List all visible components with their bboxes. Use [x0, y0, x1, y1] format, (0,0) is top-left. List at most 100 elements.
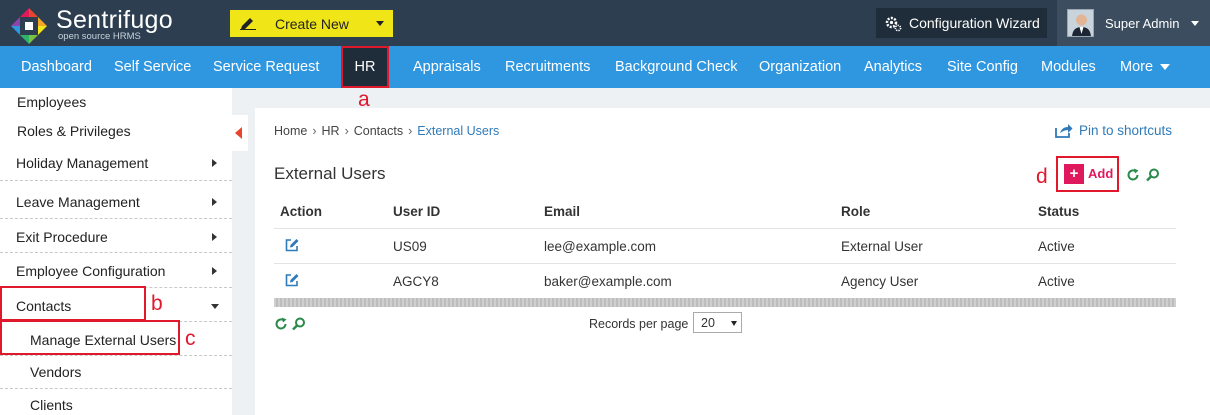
caret-down-icon: [376, 21, 384, 26]
chevron-right-icon: [212, 267, 217, 275]
sidebar: Employees Roles & Privileges Holiday Man…: [0, 88, 232, 415]
configuration-wizard-label: Configuration Wizard: [909, 15, 1040, 31]
edit-icon[interactable]: [285, 238, 299, 252]
cell-user-id: US09: [393, 239, 427, 254]
user-name: Super Admin: [1105, 16, 1180, 31]
configuration-wizard-button[interactable]: Configuration Wizard: [876, 8, 1047, 38]
sidebar-item-label: Leave Management: [16, 194, 140, 210]
nav-item-recruitments[interactable]: Recruitments: [505, 46, 590, 88]
sidebar-item-employee-configuration[interactable]: Employee Configuration: [0, 263, 232, 283]
nav-item-more[interactable]: More: [1120, 46, 1153, 88]
chevron-right-icon: [212, 198, 217, 206]
records-per-page-label: Records per page: [589, 317, 689, 331]
caret-down-icon: [1160, 64, 1170, 70]
sidebar-item-label: Employees: [17, 94, 87, 110]
sidebar-item-clients[interactable]: Clients: [0, 397, 232, 415]
cell-status: Active: [1038, 274, 1075, 289]
cell-email: lee@example.com: [544, 239, 657, 254]
sidebar-item-exit-procedure[interactable]: Exit Procedure: [0, 229, 232, 249]
divider: [0, 388, 232, 389]
search-icon[interactable]: [292, 317, 306, 331]
column-header-role[interactable]: Role: [841, 204, 870, 219]
nav-item-modules[interactable]: Modules: [1041, 46, 1096, 88]
create-new-button[interactable]: Create New: [230, 10, 393, 37]
refresh-icon[interactable]: [1126, 168, 1140, 182]
column-header-action: Action: [280, 204, 322, 219]
nav-item-self-service[interactable]: Self Service: [114, 46, 191, 88]
breadcrumb-contacts[interactable]: Contacts: [354, 124, 403, 138]
add-button[interactable]: + Add: [1061, 161, 1116, 187]
divider: [0, 252, 232, 253]
chevron-right-icon: [212, 233, 217, 241]
caret-down-icon: [1191, 21, 1199, 26]
row-divider: [274, 263, 1176, 264]
page-title: External Users: [274, 164, 386, 183]
nav-item-analytics[interactable]: Analytics: [864, 46, 922, 88]
search-icon[interactable]: [1146, 168, 1160, 182]
plus-icon: +: [1064, 164, 1084, 184]
breadcrumb-hr[interactable]: HR: [322, 124, 340, 138]
records-per-page-value: 20: [701, 316, 715, 330]
sidebar-item-holiday-management[interactable]: Holiday Management: [0, 155, 232, 175]
chevron-right-icon: [212, 159, 217, 167]
sidebar-item-roles-privileges[interactable]: Roles & Privileges: [0, 123, 232, 143]
divider: [0, 218, 232, 219]
sidebar-item-label: Exit Procedure: [16, 229, 108, 245]
column-header-email[interactable]: Email: [544, 204, 580, 219]
nav-item-site-config[interactable]: Site Config: [947, 46, 1018, 88]
avatar: [1067, 9, 1094, 37]
caret-down-icon: [731, 321, 737, 326]
main-nav: Dashboard Self Service Service Request H…: [0, 46, 1210, 88]
highlight-box-manage-external-users: [0, 320, 180, 355]
divider: [0, 180, 232, 181]
breadcrumb-current: External Users: [417, 124, 500, 138]
create-new-label: Create New: [275, 16, 349, 32]
cell-status: Active: [1038, 239, 1075, 254]
column-header-status[interactable]: Status: [1038, 204, 1079, 219]
sidebar-collapse-toggle[interactable]: [232, 115, 248, 151]
marker-d: d: [1036, 165, 1048, 188]
nav-item-service-request[interactable]: Service Request: [213, 46, 319, 88]
cell-email: baker@example.com: [544, 274, 672, 289]
breadcrumb-home[interactable]: Home: [274, 124, 307, 138]
divider: [0, 355, 232, 356]
cell-role: External User: [841, 239, 923, 254]
breadcrumb: Home › HR › Contacts › External Users: [274, 124, 499, 138]
nav-item-background-check[interactable]: Background Check: [615, 46, 738, 88]
column-header-user-id[interactable]: User ID: [393, 204, 440, 219]
content-panel: [255, 108, 1210, 415]
cell-user-id: AGCY8: [393, 274, 439, 289]
sidebar-item-label: Vendors: [30, 364, 82, 380]
sidebar-item-label: Employee Configuration: [16, 263, 166, 279]
horizontal-scrollbar[interactable]: [274, 298, 1176, 307]
nav-item-appraisals[interactable]: Appraisals: [413, 46, 481, 88]
caret-down-icon: [211, 304, 219, 309]
sidebar-item-leave-management[interactable]: Leave Management: [0, 194, 232, 214]
sidebar-item-label: Roles & Privileges: [17, 123, 131, 139]
nav-item-organization[interactable]: Organization: [759, 46, 841, 88]
nav-item-hr[interactable]: HR: [341, 46, 389, 88]
marker-b: b: [151, 292, 163, 315]
nav-item-dashboard[interactable]: Dashboard: [21, 46, 92, 88]
user-menu[interactable]: Super Admin: [1057, 0, 1210, 46]
marker-c: c: [185, 327, 196, 350]
top-bar: Sentrifugo open source HRMS Create New C…: [0, 0, 1210, 46]
add-label: Add: [1088, 166, 1114, 181]
sidebar-item-label: Clients: [30, 397, 73, 413]
sentrifugo-logo-icon: [11, 8, 47, 44]
cell-role: Agency User: [841, 274, 919, 289]
highlight-box-contacts: [0, 286, 146, 321]
brand-logo[interactable]: Sentrifugo open source HRMS: [10, 5, 190, 44]
row-divider: [274, 228, 1176, 229]
edit-icon[interactable]: [285, 273, 299, 287]
share-icon: [1055, 124, 1073, 138]
refresh-icon[interactable]: [274, 317, 288, 331]
pencil-icon: [240, 18, 256, 30]
sidebar-item-vendors[interactable]: Vendors: [0, 364, 232, 384]
breadcrumb-separator: ›: [344, 124, 349, 138]
records-per-page-select[interactable]: 20: [693, 312, 742, 333]
sidebar-item-label: Holiday Management: [16, 155, 149, 171]
breadcrumb-separator: ›: [408, 124, 413, 138]
gear-icon: [885, 16, 902, 32]
sidebar-item-employees[interactable]: Employees: [0, 94, 232, 114]
